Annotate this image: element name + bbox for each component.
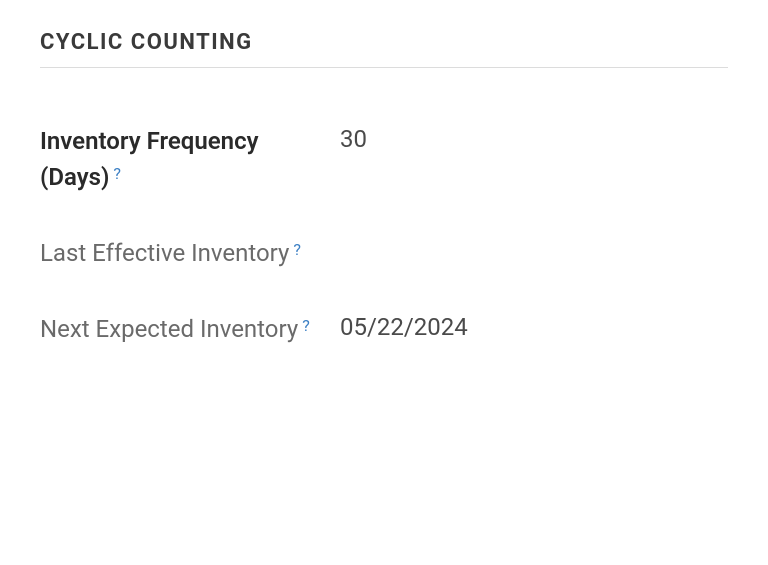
- field-row-inventory-frequency: Inventory Frequency (Days)? 30: [40, 123, 728, 195]
- field-label-next-expected-inventory: Next Expected Inventory: [40, 315, 298, 343]
- field-label-inventory-frequency: Inventory Frequency (Days): [40, 127, 259, 191]
- field-row-next-expected-inventory: Next Expected Inventory? 05/22/2024: [40, 311, 728, 347]
- help-icon[interactable]: ?: [113, 164, 121, 183]
- field-row-last-effective-inventory: Last Effective Inventory?: [40, 235, 728, 271]
- section-title: CYCLIC COUNTING: [40, 30, 728, 68]
- help-icon[interactable]: ?: [293, 240, 301, 259]
- help-icon[interactable]: ?: [302, 316, 310, 335]
- field-value-next-expected-inventory: 05/22/2024: [340, 311, 468, 341]
- field-value-inventory-frequency: 30: [340, 123, 367, 153]
- field-label-last-effective-inventory: Last Effective Inventory: [40, 239, 289, 267]
